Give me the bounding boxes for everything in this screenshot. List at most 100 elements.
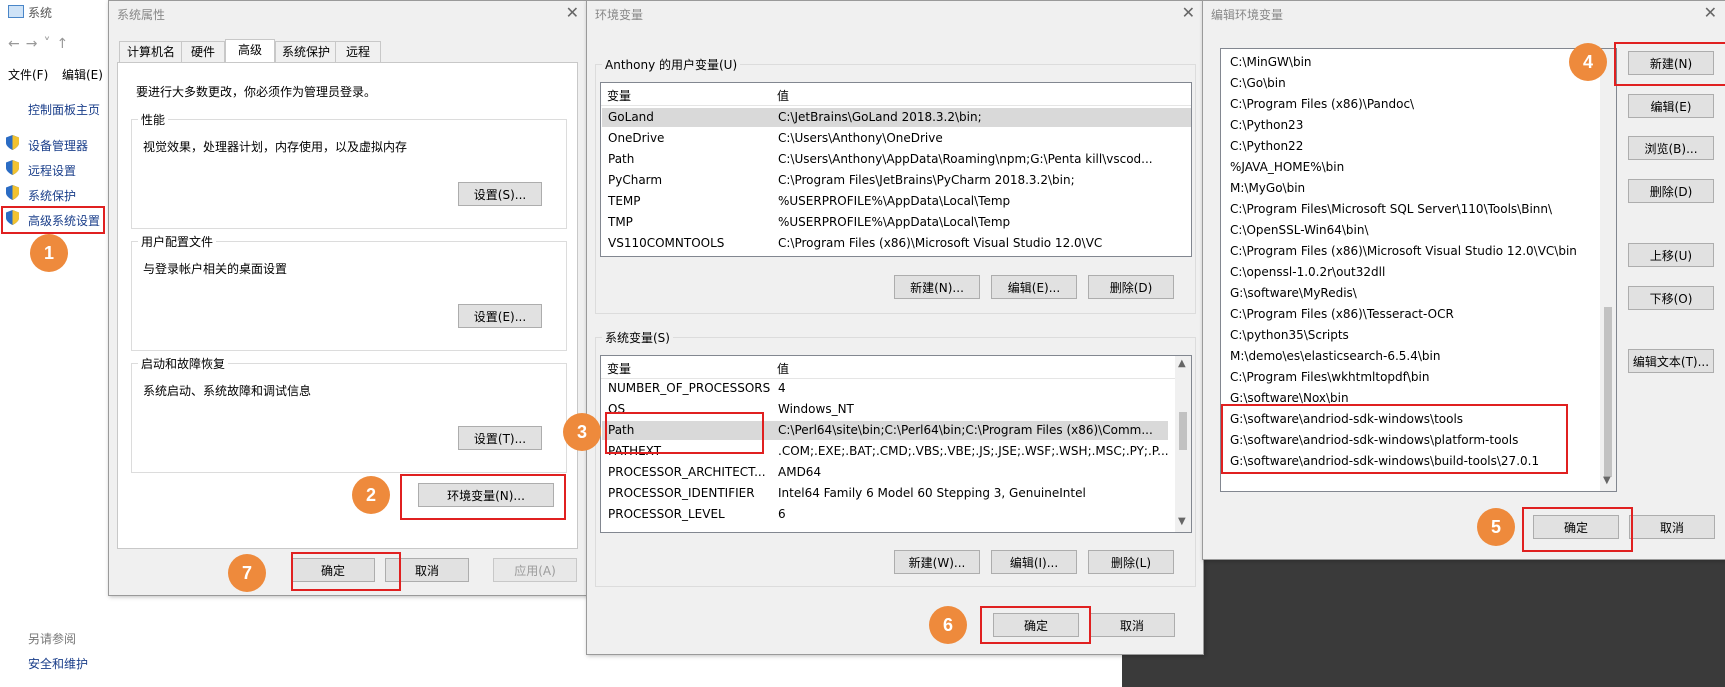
tab-remote[interactable]: 远程 [335,41,381,62]
move-down-button[interactable]: 下移(O) [1628,286,1714,310]
user-edit-button[interactable]: 编辑(E)... [991,275,1077,299]
group-label: 性能 [138,111,169,128]
col-value: 值 [777,362,790,376]
close-icon[interactable]: ✕ [566,3,579,22]
path-entry[interactable]: G:\software\MyRedis\ [1230,286,1357,300]
row-value: C:\Users\Anthony\AppData\Roaming\npm;G:\… [778,152,1153,166]
close-icon[interactable]: ✕ [1704,3,1717,22]
delete-path-button[interactable]: 删除(D) [1628,179,1714,203]
user-variables-list[interactable]: 变量 值 GoLand C:\JetBrains\GoLand 2018.3.2\… [600,82,1192,257]
path-entry[interactable]: M:\MyGo\bin [1230,181,1305,195]
table-row[interactable]: GoLand C:\JetBrains\GoLand 2018.3.2\bin; [602,108,1191,127]
table-row[interactable]: TMP %USERPROFILE%\AppData\Local\Temp [602,213,1191,232]
path-entry[interactable]: C:\MinGW\bin [1230,55,1312,69]
path-entry[interactable]: C:\Go\bin [1230,76,1286,90]
scroll-down-icon[interactable]: ▼ [1178,516,1186,527]
control-panel-home-link[interactable]: 控制面板主页 [28,101,100,118]
dialog-title: 系统属性 [117,8,166,22]
step-badge: 4 [1569,43,1607,81]
device-manager-link[interactable]: 设备管理器 [28,137,88,154]
scroll-down-icon[interactable]: ▼ [1603,475,1611,486]
path-entry[interactable]: C:\openssl-1.0.2r\out32dll [1230,265,1385,279]
step-badge: 2 [352,476,390,514]
path-entry[interactable]: C:\python35\Scripts [1230,328,1349,342]
tab-hardware[interactable]: 硬件 [181,41,225,62]
system-new-button[interactable]: 新建(W)... [894,550,980,574]
step-badge: 3 [563,413,601,451]
tab-computer-name[interactable]: 计算机名 [119,41,183,62]
performance-group: 性能 视觉效果，处理器计划，内存使用，以及虚拟内存 设置(S)... [131,111,567,229]
row-value: C:\Program Files (x86)\Microsoft Visual … [778,236,1103,250]
path-entry[interactable]: C:\Program Files (x86)\Tesseract-OCR [1230,307,1454,321]
tab-advanced[interactable]: 高级 [225,39,275,63]
highlight-box [400,474,566,520]
group-label: 启动和故障恢复 [138,355,229,372]
table-row[interactable]: PROCESSOR_LEVEL 6 [602,505,1191,524]
system-protection-link[interactable]: 系统保护 [28,187,76,204]
system-edit-button[interactable]: 编辑(I)... [991,550,1077,574]
highlight-box [1614,42,1725,86]
cancel-button[interactable]: 取消 [1089,613,1175,637]
path-entry[interactable]: C:\Program Files\Microsoft SQL Server\11… [1230,202,1552,216]
menu-file[interactable]: 文件(F) [8,66,48,83]
table-row[interactable]: PyCharm C:\Program Files\JetBrains\PyChar… [602,171,1191,190]
row-value: C:\Program Files\JetBrains\PyCharm 2018.… [778,173,1075,187]
edit-path-button[interactable]: 编辑(E) [1628,94,1714,118]
path-entry[interactable]: G:\software\Nox\bin [1230,391,1349,405]
path-entry[interactable]: C:\Program Files (x86)\Pandoc\ [1230,97,1414,111]
performance-settings-button[interactable]: 设置(S)... [458,182,542,206]
table-row[interactable]: TEMP %USERPROFILE%\AppData\Local\Temp [602,192,1191,211]
move-up-button[interactable]: 上移(U) [1628,243,1714,267]
system-delete-button[interactable]: 删除(L) [1088,550,1174,574]
nav-arrows[interactable]: ←→˅↑ [8,36,74,52]
group-label: 用户配置文件 [138,233,217,250]
row-value: Intel64 Family 6 Model 60 Stepping 3, Ge… [778,486,1086,500]
scrollbar-thumb[interactable] [1604,307,1612,477]
highlight-box [1,206,105,234]
cancel-button[interactable]: 取消 [1629,515,1715,539]
user-new-button[interactable]: 新建(N)... [894,275,980,299]
col-variable: 变量 [607,89,632,103]
admin-note: 要进行大多数更改，你必须作为管理员登录。 [136,85,377,99]
environment-variables-dialog: 环境变量 ✕ Anthony 的用户变量(U) 变量 值 GoLand C:\Je… [586,0,1204,655]
step-badge: 6 [929,606,967,644]
shield-icon [6,160,19,175]
path-entry[interactable]: C:\Program Files\wkhtmltopdf\bin [1230,370,1430,384]
table-row[interactable]: PROCESSOR_ARCHITECT... AMD64 [602,463,1191,482]
path-entry[interactable]: C:\OpenSSL-Win64\bin\ [1230,223,1369,237]
scrollbar[interactable]: ▼ [1600,49,1616,491]
path-entry[interactable]: C:\Python23 [1230,118,1303,132]
scrollbar-thumb[interactable] [1179,412,1187,450]
row-name: TEMP [608,194,641,208]
table-row[interactable]: OneDrive C:\Users\Anthony\OneDrive [602,129,1191,148]
group-desc: 系统启动、系统故障和调试信息 [143,384,312,398]
path-entry[interactable]: %JAVA_HOME%\bin [1230,160,1344,174]
group-label: Anthony 的用户变量(U) [602,56,741,73]
remote-settings-link[interactable]: 远程设置 [28,162,76,179]
table-row[interactable]: Path C:\Users\Anthony\AppData\Roaming\npm… [602,150,1191,169]
menu-edit[interactable]: 编辑(E) [62,66,103,83]
highlight-box [1221,404,1568,474]
apply-button[interactable]: 应用(A) [493,558,577,582]
security-maintenance-link[interactable]: 安全和维护 [28,655,88,672]
table-row[interactable]: PROCESSOR_IDENTIFIER Intel64 Family 6 Mod… [602,484,1191,503]
row-name: TMP [608,215,633,229]
system-window: 系统 ←→˅↑ 文件(F) 编辑(E) 控制面板主页 设备管理器 远程设置 系统… [0,0,108,687]
path-entry[interactable]: C:\Program Files (x86)\Microsoft Visual … [1230,244,1577,258]
path-entry[interactable]: C:\Python22 [1230,139,1303,153]
shield-icon [6,135,19,150]
row-name: PROCESSOR_IDENTIFIER [608,486,755,500]
table-row[interactable]: VS110COMNTOOLS C:\Program Files (x86)\Mic… [602,234,1191,253]
tab-system-protection[interactable]: 系统保护 [275,41,337,62]
row-value: %USERPROFILE%\AppData\Local\Temp [778,215,1011,229]
scroll-up-icon[interactable]: ▲ [1178,358,1186,369]
startup-settings-button[interactable]: 设置(T)... [458,426,542,450]
profile-settings-button[interactable]: 设置(E)... [458,304,542,328]
table-row[interactable]: NUMBER_OF_PROCESSORS 4 [602,379,1191,398]
user-delete-button[interactable]: 删除(D) [1088,275,1174,299]
edit-text-button[interactable]: 编辑文本(T)... [1628,349,1714,373]
scrollbar[interactable]: ▲ ▼ [1175,356,1191,532]
path-entry[interactable]: M:\demo\es\elasticsearch-6.5.4\bin [1230,349,1440,363]
close-icon[interactable]: ✕ [1182,3,1195,22]
browse-button[interactable]: 浏览(B)... [1628,136,1714,160]
